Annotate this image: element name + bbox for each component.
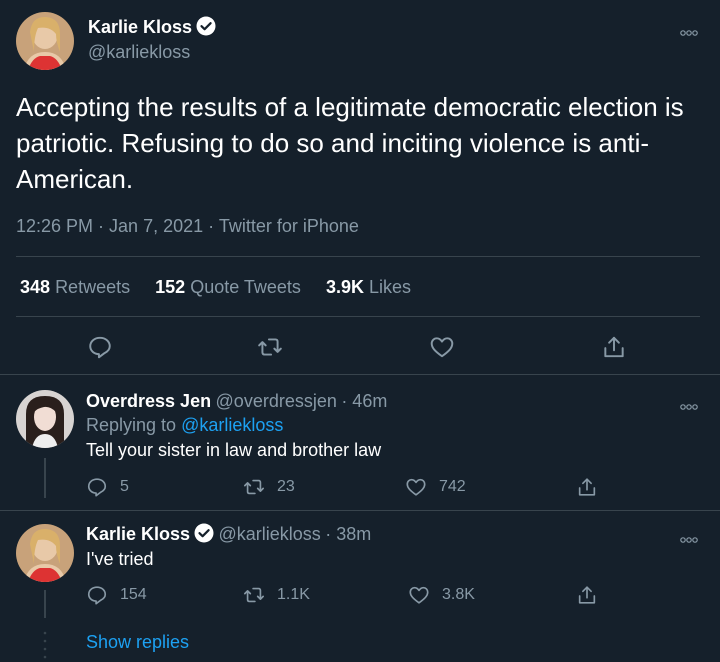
retweet-icon <box>244 587 264 603</box>
divider <box>0 510 720 511</box>
more-icon[interactable] <box>680 398 698 410</box>
heart-icon[interactable] <box>429 334 455 360</box>
tweet-source[interactable]: Twitter for iPhone <box>219 216 359 236</box>
like-count: 742 <box>439 478 466 495</box>
likes-count: 3.9K <box>325 277 364 297</box>
retweet-count: 23 <box>277 478 295 495</box>
reply-avatar[interactable] <box>16 390 74 448</box>
reply-text: Tell your sister in law and brother law <box>86 440 382 460</box>
share-icon <box>578 586 596 604</box>
likes-stat[interactable]: 3.9K Likes <box>326 277 411 297</box>
retweets-label: Retweets <box>55 277 131 297</box>
share-button[interactable] <box>576 584 610 606</box>
share-button[interactable] <box>576 476 610 498</box>
share-icon <box>578 478 596 496</box>
reply-count: 5 <box>120 478 129 495</box>
reply-button[interactable]: 154 <box>86 584 147 606</box>
retweet-icon[interactable] <box>257 334 283 360</box>
reply-button[interactable]: 5 <box>86 476 129 498</box>
reply-author-handle[interactable]: @karliekloss <box>219 524 321 544</box>
retweet-icon <box>244 479 264 495</box>
retweet-count: 1.1K <box>277 586 310 603</box>
heart-icon <box>409 586 429 604</box>
thread-line <box>44 458 46 498</box>
reply-time[interactable]: · 46m <box>341 391 387 411</box>
divider <box>16 256 700 257</box>
verified-badge-icon <box>194 523 214 548</box>
heart-icon <box>406 478 426 496</box>
retweet-button[interactable]: 1.1K <box>243 584 310 606</box>
show-replies-link[interactable]: Show replies <box>86 632 189 653</box>
like-button[interactable]: 3.8K <box>408 584 475 606</box>
tweet-text: Accepting the results of a legitimate de… <box>16 92 684 194</box>
retweet-button[interactable]: 23 <box>243 476 295 498</box>
author-name[interactable]: Karlie Kloss <box>88 17 192 37</box>
reply-icon[interactable] <box>87 334 113 360</box>
replying-to-prefix: Replying to <box>86 415 177 435</box>
like-button[interactable]: 742 <box>405 476 466 498</box>
author-avatar[interactable] <box>16 12 74 70</box>
verified-badge-icon <box>196 16 216 41</box>
replying-to-link[interactable]: @karliekloss <box>181 415 283 435</box>
reply-text: I've tried <box>86 549 154 569</box>
reply-author-name[interactable]: Overdress Jen <box>86 391 211 411</box>
meta-separator: · <box>208 216 215 236</box>
reply-avatar[interactable] <box>16 524 74 582</box>
thread-dots <box>43 630 47 660</box>
thread-line <box>44 590 46 618</box>
reply-time[interactable]: · 38m <box>325 524 371 544</box>
more-icon[interactable] <box>680 24 698 36</box>
reply-count: 154 <box>120 586 147 603</box>
divider <box>0 374 720 375</box>
share-icon[interactable] <box>601 334 627 360</box>
quotes-stat[interactable]: 152 Quote Tweets <box>155 277 301 297</box>
divider <box>16 316 700 317</box>
reply-author-handle[interactable]: @overdressjen <box>216 391 337 411</box>
likes-label: Likes <box>368 277 412 297</box>
retweets-count: 348 <box>20 277 51 297</box>
quotes-label: Quote Tweets <box>190 277 301 297</box>
reply-icon <box>87 478 107 497</box>
author-handle[interactable]: @karliekloss <box>88 42 190 63</box>
tweet-timestamp[interactable]: 12:26 PM · Jan 7, 2021 <box>16 216 203 236</box>
reply-icon <box>87 586 107 605</box>
reply-author-name[interactable]: Karlie Kloss <box>86 524 190 544</box>
quotes-count: 152 <box>155 277 186 297</box>
more-icon[interactable] <box>680 531 698 543</box>
like-count: 3.8K <box>442 586 475 603</box>
retweets-stat[interactable]: 348 Retweets <box>20 277 130 297</box>
